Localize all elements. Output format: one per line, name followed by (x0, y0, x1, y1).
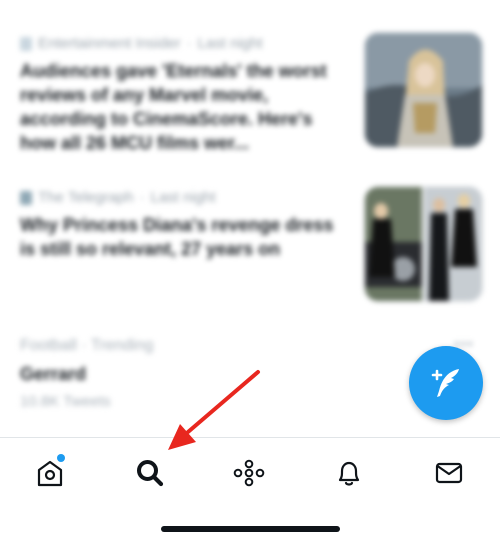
trend-name: Gerrard (20, 364, 87, 384)
home-indicator (161, 526, 340, 532)
tab-home[interactable] (30, 453, 70, 493)
source-icon (20, 37, 32, 51)
story-source: The Telegraph (38, 189, 134, 206)
story-headline: Audiences gave 'Eternals' the worst revi… (20, 61, 327, 153)
tab-messages[interactable] (429, 453, 469, 493)
spaces-icon (233, 459, 265, 487)
notification-dot (57, 454, 65, 462)
compose-tweet-button[interactable] (409, 346, 483, 420)
story-headline: Why Princess Diana's revenge dress is st… (20, 215, 334, 259)
story-thumbnail[interactable] (364, 32, 483, 148)
tab-notifications[interactable] (329, 453, 369, 493)
mail-icon (435, 462, 463, 484)
compose-tweet-icon (431, 369, 459, 397)
trend-count: 10.8K Tweets (20, 393, 111, 410)
source-icon (20, 191, 32, 205)
story-source: Entertainment Insider (38, 35, 181, 52)
search-icon (137, 460, 164, 487)
tab-spaces[interactable] (229, 453, 269, 493)
news-story[interactable]: The Telegraph · Last night Why Princess … (20, 188, 348, 261)
story-time: Last night (150, 189, 216, 206)
story-separator: · (139, 189, 145, 206)
tab-search[interactable] (130, 453, 170, 493)
story-separator: · (186, 35, 192, 52)
news-story[interactable]: Entertainment Insider · Last night Audie… (20, 34, 348, 155)
trend-item[interactable]: Football · Trending Gerrard 10.8K Tweets (20, 336, 153, 412)
story-thumbnail[interactable] (364, 186, 483, 302)
story-time: Last night (197, 35, 263, 52)
movie-still-image (365, 33, 482, 147)
home-icon (37, 460, 63, 487)
story-meta: The Telegraph · Last night (20, 188, 348, 208)
bell-icon (338, 461, 360, 486)
photo-collage-image (365, 187, 482, 301)
story-meta: Entertainment Insider · Last night (20, 34, 348, 54)
trend-category: Football · Trending (20, 337, 154, 354)
